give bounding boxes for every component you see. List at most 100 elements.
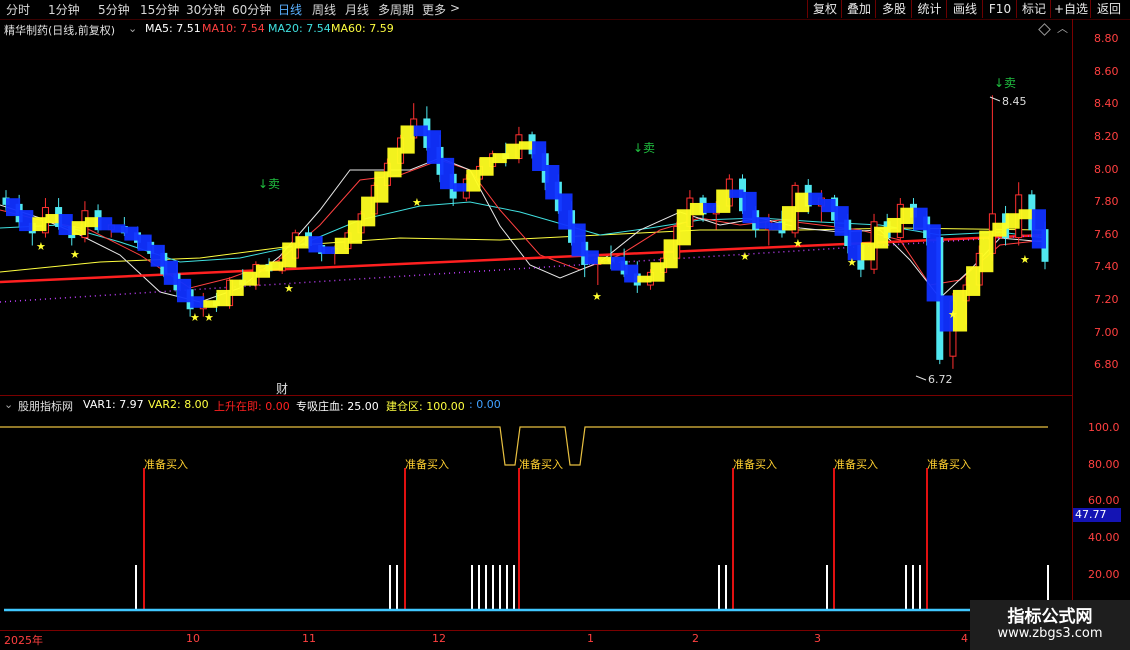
time-tick: 10 [186, 632, 200, 645]
time-tick: 11 [302, 632, 316, 645]
trend-step-down [190, 296, 205, 308]
buy-signal-label: 准备买入 [927, 457, 971, 471]
absorb-bars [135, 565, 1049, 610]
statistics-button[interactable]: 统计 [911, 0, 947, 18]
trend-step-up [505, 143, 520, 160]
star-icon: ★ [592, 290, 602, 303]
trend-step-down [6, 198, 21, 217]
indicator-chart[interactable]: 准备买入 准备买入 准备买入 准备买入 准备买入 准备买入 [0, 410, 1072, 630]
mark-button[interactable]: 标记 [1016, 0, 1051, 18]
trend-step-up [295, 236, 310, 249]
trend-step-up [229, 279, 244, 296]
trend-step-down [124, 226, 139, 241]
tab-weekly[interactable]: 周线 [312, 1, 336, 18]
f10-button[interactable]: F10 [982, 0, 1017, 18]
sell-signal: ↓卖 [258, 177, 280, 191]
trend-step-up [874, 226, 889, 249]
trend-step-down [545, 165, 560, 200]
trend-step-down [742, 191, 757, 224]
trend-step-up [795, 192, 810, 213]
trend-step-up [860, 242, 876, 261]
tab-multi-period[interactable]: 多周期 [378, 1, 414, 18]
annotations: ↓卖 ↓卖 ↓卖 8.45 6.72 [258, 76, 1027, 386]
trend-step-down [755, 217, 770, 229]
price-tick: 7.00 [1094, 326, 1119, 339]
high-price-label: 8.45 [1002, 95, 1027, 108]
trend-step-up [887, 217, 902, 233]
trend-step-up [492, 153, 507, 164]
trend-step-down [571, 223, 586, 257]
star-icon: ★ [1020, 253, 1030, 266]
buy-signal-label: 准备买入 [834, 457, 878, 471]
trend-step-up [32, 217, 47, 232]
back-button[interactable]: 返回 [1090, 0, 1127, 18]
trend-step-up [1018, 209, 1033, 220]
indicator-tick: 60.00 [1088, 494, 1120, 507]
trend-step-up [255, 264, 271, 278]
tab-30min[interactable]: 30分钟 [186, 1, 225, 18]
star-icon: ★ [190, 311, 200, 324]
trend-step-down [913, 207, 928, 231]
overlay-button[interactable]: 叠加 [841, 0, 876, 18]
trend-step-up [597, 256, 612, 265]
price-tick: 8.80 [1094, 32, 1119, 45]
trend-step-up [716, 189, 731, 213]
trend-step-up [45, 214, 60, 224]
price-tick: 7.60 [1094, 228, 1119, 241]
tab-intraday[interactable]: 分时 [6, 1, 30, 18]
price-tick: 8.40 [1094, 97, 1119, 110]
trend-step-down [584, 250, 599, 265]
trend-step-down [440, 157, 455, 190]
price-tick: 7.20 [1094, 293, 1119, 306]
trend-step-up [479, 157, 494, 176]
add-watchlist-button[interactable]: +自选 [1050, 0, 1091, 18]
star-icon: ★ [847, 256, 857, 269]
trend-step-down [926, 224, 941, 302]
tab-60min[interactable]: 60分钟 [232, 1, 271, 18]
trend-step-down [150, 244, 165, 267]
tab-daily[interactable]: 日线 [278, 1, 302, 18]
trend-step-down [58, 214, 73, 236]
trend-step-up [992, 222, 1007, 237]
buy-signal-label: 准备买入 [519, 457, 563, 471]
time-tick: 2025年 [4, 634, 43, 647]
star-icon: ★ [36, 240, 46, 253]
trend-step-up [663, 239, 678, 269]
trend-step-up [203, 300, 218, 308]
candlestick-chart[interactable]: ↓卖 ↓卖 ↓卖 8.45 6.72 ★ ★ ★ ★ ★ ★ ★ ★ ★ ★ ★… [0, 30, 1072, 392]
trend-step-up [334, 237, 349, 255]
trend-step-up [637, 275, 652, 283]
trend-step-down [729, 189, 744, 198]
trend-step-down [768, 222, 783, 231]
trend-step-up [347, 220, 363, 244]
trend-step-up [676, 209, 691, 246]
axis-divider [1072, 19, 1073, 631]
trend-step-down [703, 202, 718, 213]
trend-step-down [426, 130, 442, 164]
trend-step-down [176, 278, 192, 303]
trend-step-up [361, 196, 376, 227]
tab-5min[interactable]: 5分钟 [98, 1, 130, 18]
buy-signal-label: 准备买入 [405, 457, 449, 471]
time-axis-divider [0, 630, 1072, 631]
watermark-url: www.zbgs3.com [997, 626, 1103, 641]
adjust-button[interactable]: 复权 [807, 0, 842, 18]
tab-15min[interactable]: 15分钟 [140, 1, 179, 18]
tab-more[interactable]: 更多 [422, 1, 446, 18]
star-icon: ★ [412, 196, 422, 209]
trend-step-up [518, 141, 534, 150]
draw-line-button[interactable]: 画线 [946, 0, 983, 18]
multi-stock-button[interactable]: 多股 [875, 0, 912, 18]
trend-step-up [689, 202, 705, 216]
price-tick: 7.80 [1094, 195, 1119, 208]
trend-step-down [321, 246, 336, 255]
tab-1min[interactable]: 1分钟 [48, 1, 80, 18]
trend-step-up [466, 169, 481, 192]
sell-signal: ↓卖 [994, 76, 1016, 90]
trend-step-down [610, 256, 626, 271]
trend-step-down [98, 217, 113, 231]
chevron-right-icon[interactable]: > [450, 1, 460, 15]
tab-monthly[interactable]: 月线 [345, 1, 369, 18]
watermark-title: 指标公式网 [1007, 607, 1093, 627]
price-tick: 6.80 [1094, 358, 1119, 371]
